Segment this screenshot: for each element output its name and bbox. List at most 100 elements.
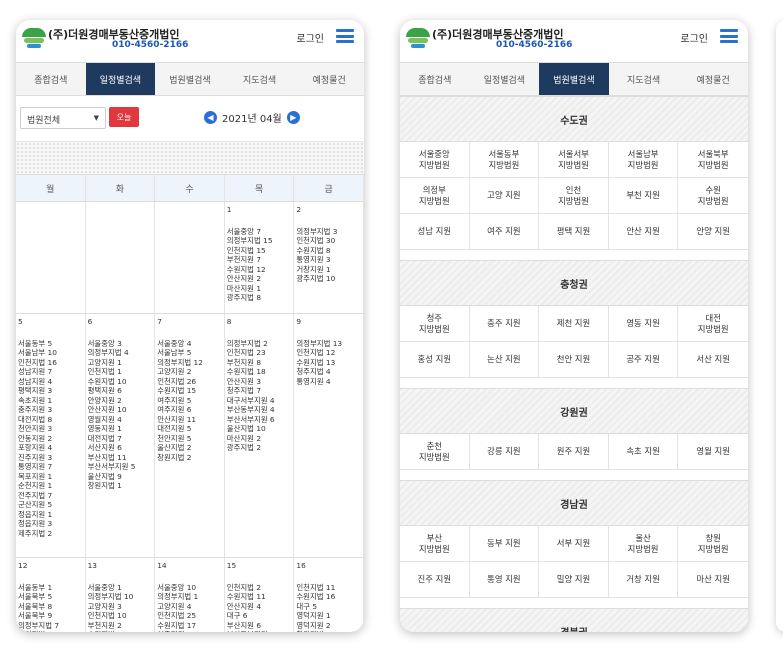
court-button[interactable]: 서울중앙 지방법원 xyxy=(400,142,470,178)
prev-month-icon[interactable]: ◀ xyxy=(204,111,217,124)
court-auction-count[interactable]: 마산지원 1 xyxy=(227,284,292,294)
court-auction-count[interactable]: 안산지원 2 xyxy=(227,274,292,284)
court-auction-count[interactable]: 서울남부 10 xyxy=(18,348,83,358)
court-auction-count[interactable]: 안동지원 2 xyxy=(18,434,83,444)
calendar-day-cell[interactable]: 15인천지법 2수원지법 11안산지원 4대구 6부산지원 6부산동부지원 2울… xyxy=(225,558,295,632)
court-auction-count[interactable]: 인천지법 23 xyxy=(227,348,292,358)
court-auction-count[interactable]: 영월지원 4 xyxy=(88,415,153,425)
court-auction-count[interactable]: 서울동부 1 xyxy=(18,583,83,593)
court-auction-count[interactable]: 평택지원 6 xyxy=(88,386,153,396)
court-auction-count[interactable]: 고양지원 3 xyxy=(88,602,153,612)
court-auction-count[interactable]: 부산동부지원 2 xyxy=(227,630,292,632)
court-auction-count[interactable]: 포항지원 4 xyxy=(18,443,83,453)
court-button[interactable]: 서울북부 지방법원 xyxy=(678,142,748,178)
court-button[interactable]: 성남 지원 xyxy=(400,214,470,250)
court-auction-count[interactable]: 의정부지법 1 xyxy=(157,592,222,602)
court-auction-count[interactable]: 서울중앙 3 xyxy=(88,339,153,349)
court-button[interactable]: 여주 지원 xyxy=(469,214,540,250)
court-auction-count[interactable]: 수원지법 16 xyxy=(296,592,361,602)
court-auction-count[interactable]: 의정부지법 7 xyxy=(18,621,83,631)
court-button[interactable]: 영동 지원 xyxy=(608,306,679,342)
court-auction-count[interactable]: 대구 6 xyxy=(227,611,292,621)
court-button[interactable]: 서울동부 지방법원 xyxy=(469,142,540,178)
court-auction-count[interactable]: 광주지법 10 xyxy=(296,274,361,284)
calendar-day-cell[interactable]: 5 서울동부 5 서울남부 10 인천지법 16 성남지원 7 성남지원 4 평택지원 3속… xyxy=(16,314,86,557)
tab-schedule-search[interactable]: 일정별검색 xyxy=(85,63,156,95)
court-auction-count[interactable]: 인천지법 15 xyxy=(227,246,292,256)
court-button[interactable]: 거창 지원 xyxy=(608,562,679,598)
court-button[interactable]: 마산 지원 xyxy=(678,562,748,598)
court-auction-count[interactable]: 천안지원 5 xyxy=(157,434,222,444)
hamburger-menu-icon[interactable] xyxy=(336,29,354,43)
court-auction-count[interactable]: 수원지법 14 xyxy=(88,630,153,632)
court-auction-count[interactable]: 의정부지법 3 xyxy=(296,227,361,237)
court-auction-count[interactable]: 인천지법 10 xyxy=(88,611,153,621)
court-auction-count[interactable]: 서울북부 9 xyxy=(18,611,83,621)
court-auction-count[interactable]: 인천지법 16 xyxy=(18,358,83,368)
court-button[interactable]: 진주 지원 xyxy=(400,562,470,598)
court-button[interactable]: 부산 지방법원 xyxy=(400,526,470,562)
court-auction-count[interactable]: 인천지법 31 xyxy=(18,630,83,632)
court-auction-count[interactable]: 대전지원 5 xyxy=(157,424,222,434)
court-button[interactable]: 서산 지원 xyxy=(678,342,748,378)
court-auction-count[interactable]: 수원지법 15 xyxy=(157,386,222,396)
court-auction-count[interactable]: 의정부지법 4 xyxy=(88,348,153,358)
calendar-day-cell[interactable]: 8 의정부지법 2 인천지법 23 부천지원 8 수원지법 18 안산지원 3 청주지법 7… xyxy=(225,314,295,557)
court-auction-count[interactable]: 서울남부 5 xyxy=(157,348,222,358)
calendar-day-cell[interactable]: 2 의정부지법 3 인천지법 30 수원지법 8 통영지원 3 거창지원 1 광주지법 10 xyxy=(294,202,364,313)
court-auction-count[interactable]: 순천지원 1 xyxy=(18,481,83,491)
court-button[interactable]: 인천 지방법원 xyxy=(539,178,609,214)
court-button[interactable]: 동부 지원 xyxy=(469,526,540,562)
court-button[interactable]: 제천 지원 xyxy=(539,306,609,342)
court-button[interactable]: 수원 지방법원 xyxy=(678,178,748,214)
court-auction-count[interactable]: 광주지법 8 xyxy=(227,293,292,303)
court-auction-count[interactable]: 정읍지원 1 xyxy=(18,510,83,520)
calendar-day-cell[interactable]: 14 서울중앙 10의정부지법 1고양지원 4인천지법 25수원지법 17여주지원… xyxy=(155,558,225,632)
court-auction-count[interactable]: 안산지원 11 xyxy=(157,415,222,425)
court-auction-count[interactable]: 고양지원 2 xyxy=(157,367,222,377)
court-auction-count[interactable]: 여주지원 5 xyxy=(157,396,222,406)
court-button[interactable]: 강릉 지원 xyxy=(469,434,540,470)
tab-schedule-search[interactable]: 일정별검색 xyxy=(470,63,540,95)
court-button[interactable]: 평택 지원 xyxy=(539,214,609,250)
court-auction-count[interactable]: 서울북부 8 xyxy=(18,602,83,612)
court-auction-count[interactable]: 의정부지법 2 xyxy=(227,339,292,349)
company-phone[interactable]: 010-4560-2166 xyxy=(112,40,188,50)
court-auction-count[interactable]: 충주지원 3 xyxy=(18,405,83,415)
tab-general-search[interactable]: 종합검색 xyxy=(16,63,86,95)
court-auction-count[interactable]: 수원지법 10 xyxy=(88,377,153,387)
court-auction-count[interactable]: 통영지원 4 xyxy=(296,377,361,387)
court-auction-count[interactable]: 인천지법 11 xyxy=(296,583,361,593)
court-button[interactable]: 서울서부 지방법원 xyxy=(539,142,609,178)
court-auction-count[interactable]: 서울중앙 4 xyxy=(157,339,222,349)
court-auction-count[interactable]: 인천지법 12 xyxy=(296,348,361,358)
login-link[interactable]: 로그인 xyxy=(680,30,708,45)
court-auction-count[interactable]: 통영지원 7 xyxy=(18,462,83,472)
court-auction-count[interactable]: 고양지원 1 xyxy=(88,358,153,368)
court-button[interactable]: 원주 지원 xyxy=(539,434,609,470)
calendar-day-cell[interactable]: 12 서울동부 1서울북부 5서울북부 8서울북부 9의정부지법 7인천지법 31… xyxy=(16,558,86,632)
court-select[interactable]: 법원전체 ▼ xyxy=(20,107,106,129)
court-auction-count[interactable]: 부산지법 11 xyxy=(88,453,153,463)
court-auction-count[interactable]: 청주지법 4 xyxy=(296,367,361,377)
court-auction-count[interactable]: 대전지법 7 xyxy=(88,434,153,444)
court-auction-count[interactable]: 안산지원 4 xyxy=(227,602,292,612)
calendar-day-cell[interactable]: 9 의정부지법 13 인천지법 12 수원지법 13 청주지법 4 통영지원 4 xyxy=(294,314,364,557)
court-auction-count[interactable]: 진주지원 3 xyxy=(18,453,83,463)
court-auction-count[interactable]: 서울중앙 10 xyxy=(157,583,222,593)
court-auction-count[interactable]: 대전지법 8 xyxy=(18,415,83,425)
court-auction-count[interactable]: 의정부지법 15 xyxy=(227,236,292,246)
court-auction-count[interactable]: 수원지법 18 xyxy=(227,367,292,377)
calendar-day-cell[interactable]: 1 서울중앙 7 의정부지법 15 인천지법 15 부천지원 7 수원지법 12 안산지원 … xyxy=(225,202,295,313)
court-auction-count[interactable]: 영덕지원 2 xyxy=(296,621,361,631)
calendar-day-cell[interactable]: 7 서울중앙 4 서울남부 5 의정부지법 12 고양지원 2 인천지법 26 수원지법 1… xyxy=(155,314,225,557)
court-auction-count[interactable]: 의정부지법 10 xyxy=(88,592,153,602)
court-auction-count[interactable]: 수원지법 8 xyxy=(296,246,361,256)
court-auction-count[interactable]: 거창지원 1 xyxy=(296,265,361,275)
tab-map-search[interactable]: 지도검색 xyxy=(609,63,679,95)
court-auction-count[interactable]: 서산지원 6 xyxy=(88,443,153,453)
tab-court-search[interactable]: 법원별검색 xyxy=(539,63,609,95)
court-button[interactable]: 안양 지원 xyxy=(678,214,748,250)
court-auction-count[interactable]: 속초지원 1 xyxy=(18,396,83,406)
court-auction-count[interactable]: 부산지원 6 xyxy=(227,621,292,631)
